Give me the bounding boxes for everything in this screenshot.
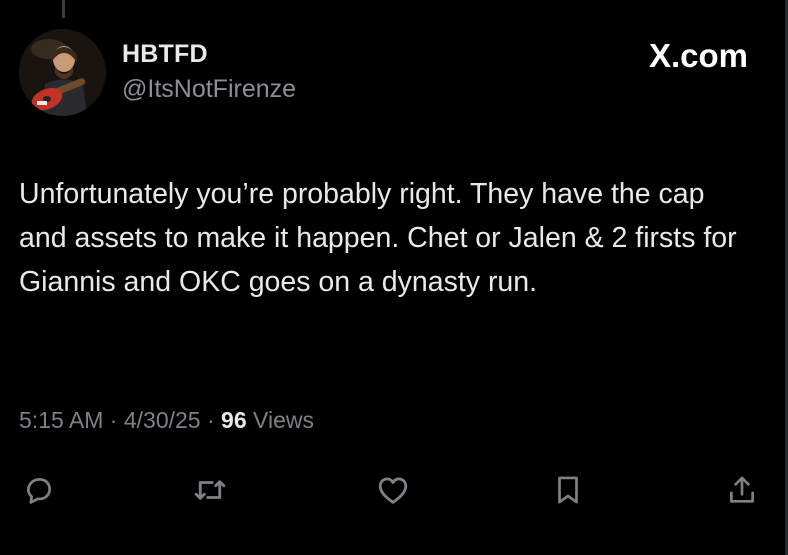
views-count: 96 — [221, 407, 247, 433]
meta-separator: · — [206, 407, 215, 433]
retweet-button[interactable] — [190, 470, 230, 510]
tweet-text: Unfortunately you’re probably right. The… — [19, 178, 737, 298]
views-label: Views — [253, 407, 314, 433]
share-icon — [730, 476, 754, 503]
bookmark-icon — [558, 476, 578, 504]
user-info: HBTFD @ItsNotFirenze — [122, 40, 296, 104]
like-button[interactable] — [373, 470, 413, 510]
user-handle[interactable]: @ItsNotFirenze — [122, 74, 296, 104]
retweet-icon — [194, 480, 226, 500]
reply-icon — [27, 478, 51, 504]
meta-separator: · — [109, 407, 118, 433]
share-button[interactable] — [722, 470, 762, 510]
tweet-time[interactable]: 5:15 AM — [19, 407, 103, 433]
reply-button[interactable] — [19, 470, 59, 510]
tweet-date[interactable]: 4/30/25 — [124, 407, 201, 433]
tweet-meta: 5:15 AM · 4/30/25 · 96 Views — [19, 405, 314, 435]
avatar[interactable] — [19, 29, 106, 116]
display-name[interactable]: HBTFD — [122, 40, 296, 68]
bookmark-button[interactable] — [548, 470, 588, 510]
like-icon — [378, 477, 408, 504]
site-logo: X.com — [648, 37, 748, 74]
action-bar — [0, 470, 788, 510]
thread-connector-line — [62, 0, 65, 18]
